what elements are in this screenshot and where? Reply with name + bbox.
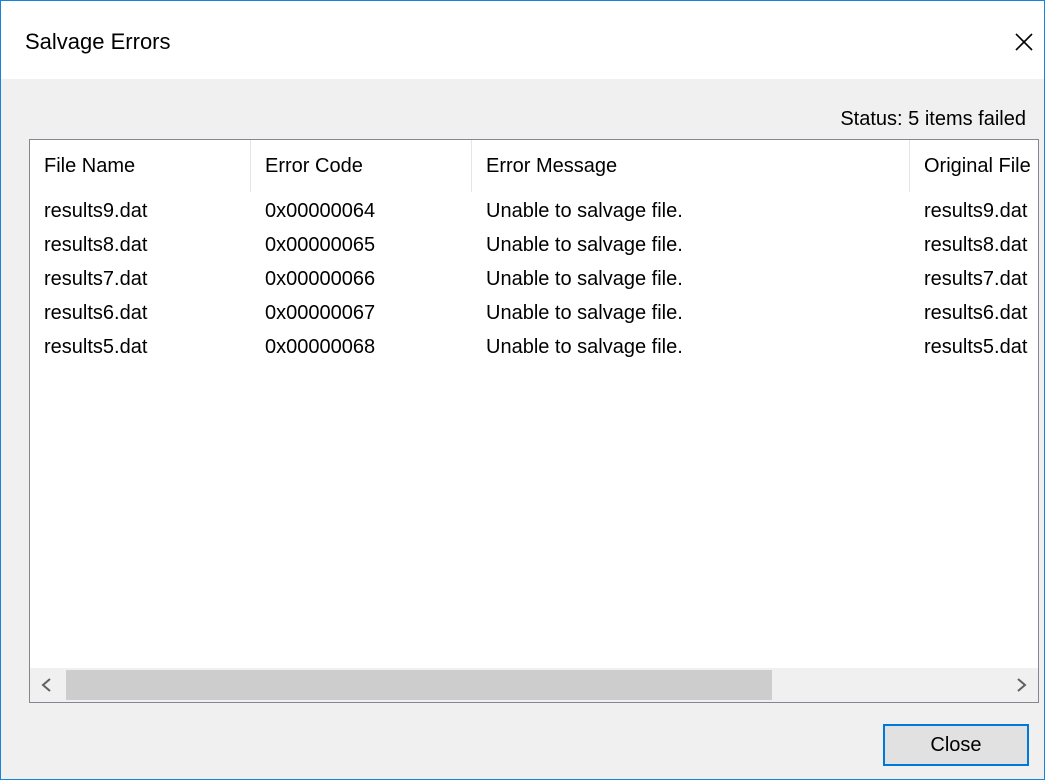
cell-error-message: Unable to salvage file. (486, 234, 683, 256)
cell-error-message: Unable to salvage file. (486, 268, 683, 290)
cell-original-file: results9.dat (924, 200, 1028, 222)
salvage-errors-dialog: Salvage Errors Status: 5 items failed Fi… (0, 0, 1045, 780)
column-header-error-message[interactable]: Error Message (472, 140, 909, 192)
cell-file-name: results7.dat (44, 268, 148, 290)
cell-original-file: results8.dat (924, 234, 1028, 256)
cell-file-name: results6.dat (44, 302, 148, 324)
cell-error-code: 0x00000067 (265, 302, 376, 324)
column-header-file-name[interactable]: File Name (30, 140, 250, 192)
column-header-error-code[interactable]: Error Code (251, 140, 471, 192)
table-row[interactable]: results8.dat 0x00000065 Unable to salvag… (30, 228, 1038, 262)
title-bar: Salvage Errors (1, 1, 1044, 79)
status-text: Status: 5 items failed (840, 108, 1026, 130)
close-button[interactable]: Close (883, 724, 1029, 766)
scrollbar-thumb[interactable] (66, 670, 772, 700)
table-row[interactable]: results5.dat 0x00000068 Unable to salvag… (30, 330, 1038, 364)
cell-file-name: results9.dat (44, 200, 148, 222)
list-header: File Name Error Code Error Message Origi… (30, 140, 1038, 192)
cell-file-name: results5.dat (44, 336, 148, 358)
close-icon[interactable] (1007, 25, 1041, 59)
cell-error-code: 0x00000068 (265, 336, 376, 358)
cell-file-name: results8.dat (44, 234, 148, 256)
cell-original-file: results6.dat (924, 302, 1028, 324)
chevron-right-icon[interactable] (1004, 668, 1038, 702)
cell-error-message: Unable to salvage file. (486, 336, 683, 358)
cell-error-code: 0x00000065 (265, 234, 376, 256)
cell-error-message: Unable to salvage file. (486, 200, 683, 222)
cell-error-code: 0x00000066 (265, 268, 376, 290)
cell-original-file: results5.dat (924, 336, 1028, 358)
table-row[interactable]: results9.dat 0x00000064 Unable to salvag… (30, 194, 1038, 228)
cell-original-file: results7.dat (924, 268, 1028, 290)
dialog-title: Salvage Errors (25, 29, 171, 54)
table-row[interactable]: results6.dat 0x00000067 Unable to salvag… (30, 296, 1038, 330)
cell-error-message: Unable to salvage file. (486, 302, 683, 324)
horizontal-scrollbar[interactable] (30, 668, 1038, 702)
chevron-left-icon[interactable] (30, 668, 64, 702)
cell-error-code: 0x00000064 (265, 200, 376, 222)
column-header-original-file[interactable]: Original File (910, 140, 1038, 192)
table-row[interactable]: results7.dat 0x00000066 Unable to salvag… (30, 262, 1038, 296)
errors-list-view[interactable]: File Name Error Code Error Message Origi… (29, 139, 1039, 703)
